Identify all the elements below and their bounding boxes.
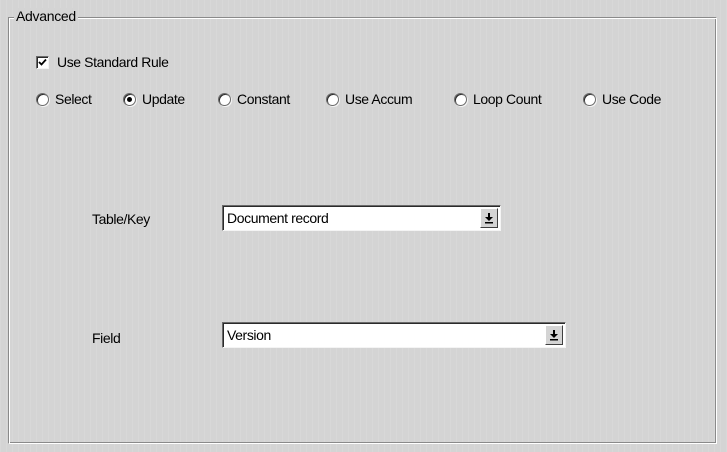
table-key-dropdown-button[interactable] xyxy=(480,208,498,228)
radio-loop-count-label: Loop Count xyxy=(473,91,542,107)
radio-constant-label: Constant xyxy=(237,91,290,107)
radio-use-code[interactable]: Use Code xyxy=(583,89,661,109)
field-value: Version xyxy=(227,327,271,343)
field-label: Field xyxy=(92,330,121,346)
radio-update-circle[interactable] xyxy=(123,92,136,106)
radio-select-label: Select xyxy=(55,91,92,107)
radio-use-code-circle[interactable] xyxy=(583,92,596,106)
use-standard-rule-checkbox[interactable] xyxy=(36,55,49,69)
radio-constant[interactable]: Constant xyxy=(218,89,290,109)
use-standard-rule-label: Use Standard Rule xyxy=(57,54,169,70)
dropdown-arrow-icon xyxy=(485,213,493,224)
radio-select[interactable]: Select xyxy=(36,89,92,109)
radio-use-accum-circle[interactable] xyxy=(326,92,339,106)
rule-type-radio-group: Select Update Constant Use Accum Loop Co… xyxy=(36,89,706,109)
table-key-label: Table/Key xyxy=(92,211,150,227)
radio-constant-circle[interactable] xyxy=(218,92,231,106)
radio-use-accum[interactable]: Use Accum xyxy=(326,89,413,109)
table-key-value: Document record xyxy=(227,210,329,226)
radio-use-code-label: Use Code xyxy=(602,91,662,107)
field-select[interactable]: Version xyxy=(222,322,566,348)
radio-update[interactable]: Update xyxy=(123,89,185,109)
field-dropdown-button[interactable] xyxy=(545,325,563,345)
radio-loop-count-circle[interactable] xyxy=(454,92,467,106)
checkmark-icon xyxy=(38,58,47,66)
radio-loop-count[interactable]: Loop Count xyxy=(454,89,542,109)
radio-update-label: Update xyxy=(142,91,185,107)
radio-select-circle[interactable] xyxy=(36,92,49,106)
dropdown-arrow-icon xyxy=(550,330,558,341)
group-title: Advanced xyxy=(14,8,78,24)
use-standard-rule-checkbox-row[interactable]: Use Standard Rule xyxy=(36,53,169,71)
advanced-panel: Advanced Use Standard Rule Select Update… xyxy=(0,0,727,452)
table-key-select[interactable]: Document record xyxy=(222,205,501,231)
radio-selected-dot-icon xyxy=(127,96,132,102)
radio-use-accum-label: Use Accum xyxy=(345,91,413,107)
